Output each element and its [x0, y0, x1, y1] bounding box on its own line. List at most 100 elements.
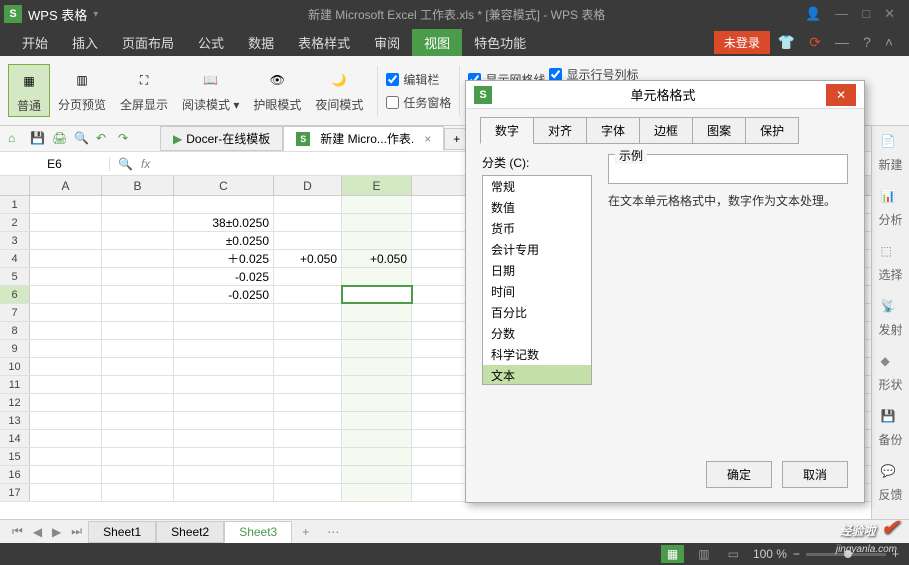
- cell-C2[interactable]: 38±0.0250: [174, 214, 274, 231]
- cell-B4[interactable]: [102, 250, 174, 267]
- cell-E14[interactable]: [342, 430, 412, 447]
- cancel-button[interactable]: 取消: [782, 461, 848, 488]
- cell-B13[interactable]: [102, 412, 174, 429]
- cell-E12[interactable]: [342, 394, 412, 411]
- side-形状[interactable]: ◆形状: [878, 354, 902, 393]
- cell-D16[interactable]: [274, 466, 342, 483]
- cell-E9[interactable]: [342, 340, 412, 357]
- cell-C7[interactable]: [174, 304, 274, 321]
- row-header-14[interactable]: 14: [0, 430, 30, 447]
- row-header-12[interactable]: 12: [0, 394, 30, 411]
- cell-B8[interactable]: [102, 322, 174, 339]
- side-新建[interactable]: 📄新建: [878, 134, 902, 173]
- row-header-4[interactable]: 4: [0, 250, 30, 267]
- cell-E16[interactable]: [342, 466, 412, 483]
- cell-E15[interactable]: [342, 448, 412, 465]
- name-box[interactable]: E6: [0, 157, 110, 171]
- cell-E10[interactable]: [342, 358, 412, 375]
- cell-D7[interactable]: [274, 304, 342, 321]
- cell-E13[interactable]: [342, 412, 412, 429]
- check-taskpane[interactable]: 任务窗格: [386, 94, 451, 111]
- category-货币[interactable]: 货币: [483, 218, 591, 239]
- sheet-prev-icon[interactable]: ◀: [29, 525, 46, 539]
- cell-C8[interactable]: [174, 322, 274, 339]
- min2-icon[interactable]: —: [829, 34, 855, 50]
- preview-icon[interactable]: 🔍: [74, 131, 90, 147]
- cell-C1[interactable]: [174, 196, 274, 213]
- help-icon[interactable]: ?: [857, 34, 877, 50]
- cell-B2[interactable]: [102, 214, 174, 231]
- view-阅读模式[interactable]: 📖阅读模式 ▾: [176, 64, 245, 117]
- dlg-tab-边框[interactable]: 边框: [639, 117, 693, 144]
- cell-A11[interactable]: [30, 376, 102, 393]
- row-header-5[interactable]: 5: [0, 268, 30, 285]
- dialog-titlebar[interactable]: S 单元格格式 ✕: [466, 81, 864, 109]
- cell-C6[interactable]: -0.0250: [174, 286, 274, 303]
- cell-E8[interactable]: [342, 322, 412, 339]
- cell-A7[interactable]: [30, 304, 102, 321]
- row-header-13[interactable]: 13: [0, 412, 30, 429]
- undo-icon[interactable]: ↶: [96, 131, 112, 147]
- view-read-icon[interactable]: ▭: [724, 547, 743, 561]
- save-icon[interactable]: 💾: [30, 131, 46, 147]
- cell-D11[interactable]: [274, 376, 342, 393]
- menu-特色功能[interactable]: 特色功能: [462, 29, 538, 56]
- view-护眼模式[interactable]: 👁护眼模式: [247, 64, 307, 117]
- title-dropdown-icon[interactable]: ▾: [93, 9, 98, 20]
- row-header-7[interactable]: 7: [0, 304, 30, 321]
- cell-E1[interactable]: [342, 196, 412, 213]
- cell-B16[interactable]: [102, 466, 174, 483]
- cell-E3[interactable]: [342, 232, 412, 249]
- check-editbar[interactable]: 编辑栏: [386, 71, 451, 88]
- menu-页面布局[interactable]: 页面布局: [110, 29, 186, 56]
- maximize-icon[interactable]: □: [862, 6, 870, 22]
- cell-C12[interactable]: [174, 394, 274, 411]
- dlg-tab-图案[interactable]: 图案: [692, 117, 746, 144]
- cell-A17[interactable]: [30, 484, 102, 501]
- menu-表格样式[interactable]: 表格样式: [286, 29, 362, 56]
- view-page-icon[interactable]: ▥: [694, 547, 713, 561]
- cell-D13[interactable]: [274, 412, 342, 429]
- tab-file[interactable]: S新建 Micro...作表.×: [283, 126, 444, 151]
- row-header-3[interactable]: 3: [0, 232, 30, 249]
- home-icon[interactable]: ⌂: [8, 131, 24, 147]
- cell-B3[interactable]: [102, 232, 174, 249]
- skin-icon[interactable]: 👕: [772, 34, 801, 51]
- cell-A9[interactable]: [30, 340, 102, 357]
- cell-E7[interactable]: [342, 304, 412, 321]
- cell-A15[interactable]: [30, 448, 102, 465]
- cell-D9[interactable]: [274, 340, 342, 357]
- cell-A2[interactable]: [30, 214, 102, 231]
- zoom-out-icon[interactable]: −: [793, 547, 800, 561]
- col-header-C[interactable]: C: [174, 176, 274, 195]
- cell-A10[interactable]: [30, 358, 102, 375]
- sheet-first-icon[interactable]: ⏮: [8, 524, 27, 539]
- cell-D10[interactable]: [274, 358, 342, 375]
- cell-E5[interactable]: [342, 268, 412, 285]
- cell-B10[interactable]: [102, 358, 174, 375]
- sheet-tab-Sheet1[interactable]: Sheet1: [88, 521, 156, 543]
- col-header-B[interactable]: B: [102, 176, 174, 195]
- col-header-A[interactable]: A: [30, 176, 102, 195]
- cell-D1[interactable]: [274, 196, 342, 213]
- menu-审阅[interactable]: 审阅: [362, 29, 412, 56]
- side-发射[interactable]: 📡发射: [878, 299, 902, 338]
- cell-E6[interactable]: [342, 286, 412, 303]
- row-header-16[interactable]: 16: [0, 466, 30, 483]
- row-header-6[interactable]: 6: [0, 286, 30, 303]
- cell-C4[interactable]: ＋0.025: [174, 250, 274, 267]
- cell-C17[interactable]: [174, 484, 274, 501]
- cell-D15[interactable]: [274, 448, 342, 465]
- dlg-tab-对齐[interactable]: 对齐: [533, 117, 587, 144]
- view-夜间模式[interactable]: 🌙夜间模式: [309, 64, 369, 117]
- cell-C16[interactable]: [174, 466, 274, 483]
- ok-button[interactable]: 确定: [706, 461, 772, 488]
- cell-D14[interactable]: [274, 430, 342, 447]
- category-常规[interactable]: 常规: [483, 176, 591, 197]
- cell-B7[interactable]: [102, 304, 174, 321]
- view-普通[interactable]: ▦普通: [8, 64, 50, 117]
- cell-D8[interactable]: [274, 322, 342, 339]
- cell-A8[interactable]: [30, 322, 102, 339]
- cell-B14[interactable]: [102, 430, 174, 447]
- view-normal-icon[interactable]: ▦: [661, 545, 684, 563]
